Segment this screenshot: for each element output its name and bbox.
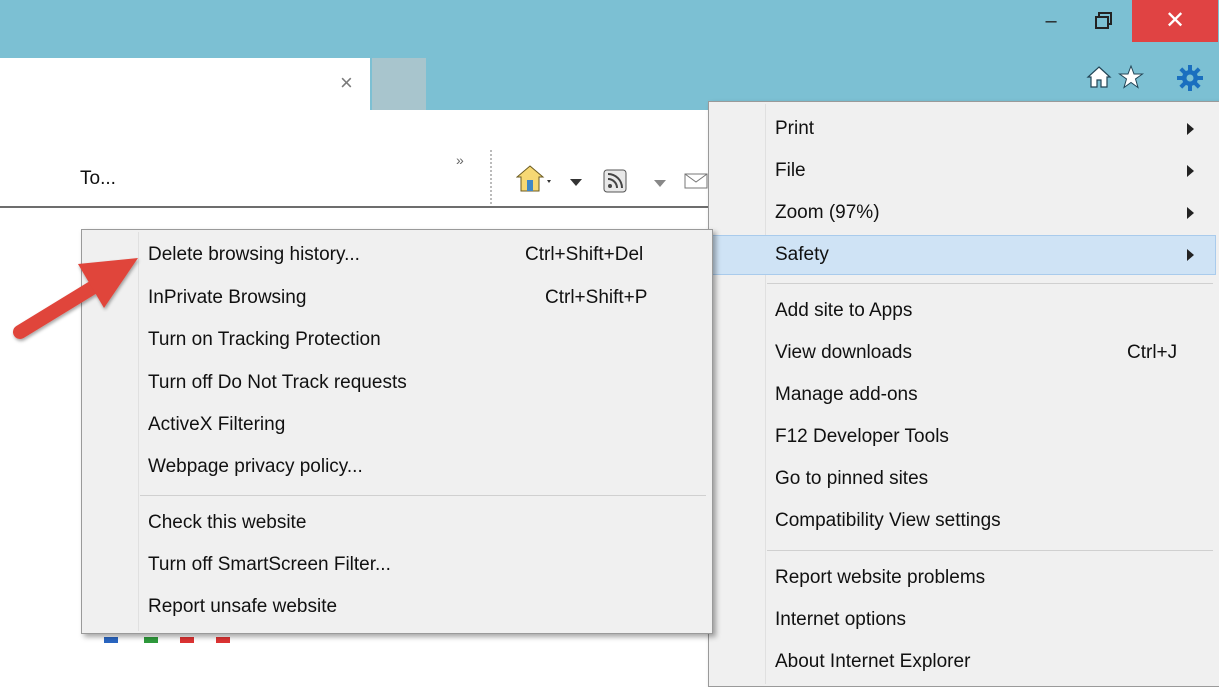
menu-item-safety[interactable]: Safety (711, 235, 1216, 275)
menu-item-report-unsafe-website[interactable]: Report unsafe website (84, 588, 708, 626)
menu-item-internet-options[interactable]: Internet options (711, 601, 1216, 639)
menu-item-about-internet-explorer[interactable]: About Internet Explorer (711, 643, 1216, 681)
menu-item-shortcut: Ctrl+Shift+Del (525, 244, 644, 265)
close-window-button[interactable]: ✕ (1132, 0, 1218, 42)
restore-button[interactable] (1092, 10, 1116, 34)
menu-item-shortcut: Ctrl+J (1127, 342, 1178, 363)
menu-item-label: Add site to Apps (775, 300, 913, 321)
menu-item-report-website-problems[interactable]: Report website problems (711, 559, 1216, 597)
menu-item-view-downloads[interactable]: View downloads Ctrl+J (711, 334, 1216, 372)
menu-item-file[interactable]: File (711, 152, 1216, 190)
tools-menu: Print File Zoom (97%) Safety Add site to… (708, 101, 1219, 687)
submenu-arrow-icon (1187, 207, 1194, 219)
mail-button[interactable] (684, 172, 708, 190)
star-icon (1117, 64, 1145, 89)
menu-item-delete-browsing-history[interactable]: Delete browsing history... Ctrl+Shift+De… (84, 236, 708, 274)
menu-item-label: InPrivate Browsing (148, 287, 307, 308)
menu-item-label: Internet options (775, 609, 906, 630)
menu-item-go-to-pinned-sites[interactable]: Go to pinned sites (711, 460, 1216, 498)
menu-item-label: Zoom (97%) (775, 202, 880, 223)
menu-item-zoom[interactable]: Zoom (97%) (711, 194, 1216, 232)
menu-item-label: Print (775, 118, 815, 139)
favorites-button[interactable] (1117, 64, 1145, 90)
menu-separator (767, 283, 1213, 284)
menu-item-shortcut: Ctrl+Shift+P (545, 287, 648, 308)
menu-item-webpage-privacy-policy[interactable]: Webpage privacy policy... (84, 448, 708, 486)
new-tab-button[interactable] (372, 58, 426, 110)
menu-item-turn-off-smartscreen-filter[interactable]: Turn off SmartScreen Filter... (84, 546, 708, 584)
gear-icon (1177, 65, 1203, 91)
minimize-button[interactable]: – (1040, 10, 1062, 32)
restore-icon (1095, 12, 1112, 29)
menu-item-label: ActiveX Filtering (148, 414, 286, 435)
menu-item-turn-on-tracking-protection[interactable]: Turn on Tracking Protection (84, 321, 708, 359)
menu-item-label: Report website problems (775, 567, 986, 588)
more-commands-chevron[interactable]: » (456, 152, 464, 168)
menu-item-label: File (775, 160, 806, 181)
menu-item-label: Report unsafe website (148, 596, 338, 617)
feeds-dropdown-icon[interactable] (654, 176, 666, 187)
menu-item-label: F12 Developer Tools (775, 426, 949, 447)
menu-item-label: Webpage privacy policy... (148, 456, 363, 477)
command-bar-label[interactable]: To... (80, 168, 116, 190)
tools-button[interactable] (1176, 64, 1203, 91)
rss-icon (603, 169, 627, 193)
menu-item-turn-off-do-not-track[interactable]: Turn off Do Not Track requests (84, 364, 708, 402)
mail-icon (684, 173, 708, 189)
toolbar-separator (490, 150, 494, 204)
annotation-arrow-icon (13, 258, 138, 339)
menu-item-activex-filtering[interactable]: ActiveX Filtering (84, 406, 708, 444)
submenu-arrow-icon (1187, 165, 1194, 177)
menu-separator (767, 550, 1213, 551)
menu-item-label: View downloads (775, 342, 912, 363)
menu-separator (140, 495, 706, 496)
home-button[interactable] (1086, 64, 1112, 90)
menu-item-manage-add-ons[interactable]: Manage add-ons (711, 376, 1216, 414)
menu-item-label: Turn off Do Not Track requests (148, 372, 407, 393)
home-dropdown-icon[interactable] (570, 175, 582, 186)
menu-item-label: Compatibility View settings (775, 510, 1001, 531)
menu-item-label: Manage add-ons (775, 384, 918, 405)
menu-item-f12-developer-tools[interactable]: F12 Developer Tools (711, 418, 1216, 456)
submenu-arrow-icon (1187, 123, 1194, 135)
menu-item-label: Turn on Tracking Protection (148, 329, 381, 350)
home-page-button[interactable] (515, 164, 552, 194)
menu-item-label: About Internet Explorer (775, 651, 971, 672)
menu-item-compatibility-view-settings[interactable]: Compatibility View settings (711, 502, 1216, 540)
home-page-icon (515, 165, 551, 192)
tab-close-button[interactable]: × (340, 72, 353, 94)
menu-item-print[interactable]: Print (711, 110, 1216, 148)
menu-item-inprivate-browsing[interactable]: InPrivate Browsing Ctrl+Shift+P (84, 279, 708, 317)
menu-item-check-this-website[interactable]: Check this website (84, 504, 708, 542)
menu-item-label: Delete browsing history... (148, 244, 360, 265)
menu-item-add-site-to-apps[interactable]: Add site to Apps (711, 292, 1216, 330)
menu-item-label: Check this website (148, 512, 307, 533)
browser-tab[interactable] (0, 58, 370, 110)
menu-item-label: Safety (775, 244, 829, 265)
submenu-arrow-icon (1187, 249, 1194, 261)
home-icon (1086, 66, 1112, 88)
safety-submenu: Delete browsing history... Ctrl+Shift+De… (81, 229, 713, 634)
feeds-button[interactable] (602, 168, 628, 194)
menu-item-label: Go to pinned sites (775, 468, 929, 489)
menu-item-label: Turn off SmartScreen Filter... (148, 554, 391, 575)
